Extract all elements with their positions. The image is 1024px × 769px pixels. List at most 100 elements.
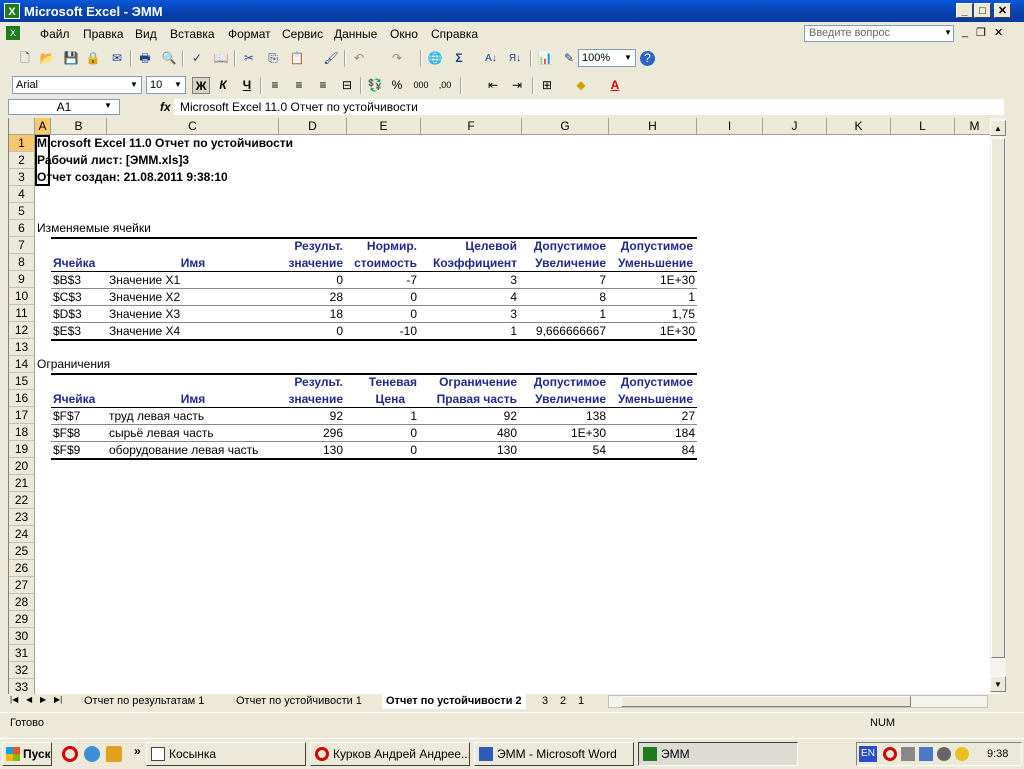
increase-indent-icon[interactable]: ⇥ bbox=[508, 77, 526, 94]
tray-icon[interactable] bbox=[901, 747, 915, 761]
clock[interactable]: 9:38 bbox=[987, 748, 1008, 760]
table-cell[interactable]: 1E+30 bbox=[609, 272, 695, 289]
volume-icon[interactable] bbox=[937, 747, 951, 761]
table-cell[interactable]: 9,666666667 bbox=[522, 323, 606, 340]
column-header[interactable]: B bbox=[51, 118, 107, 135]
doc-restore-button[interactable]: ❐ bbox=[976, 26, 986, 39]
table-cell[interactable]: $E$3 bbox=[53, 323, 81, 340]
decrease-indent-icon[interactable]: ⇤ bbox=[484, 77, 502, 94]
table-cell[interactable]: 54 bbox=[522, 442, 606, 459]
table-cell[interactable]: 480 bbox=[421, 425, 517, 442]
spelling-icon[interactable]: ✓ bbox=[188, 50, 206, 67]
report-title[interactable]: Microsoft Excel 11.0 Отчет по устойчивос… bbox=[37, 135, 293, 152]
menu-data[interactable]: Данные bbox=[334, 27, 377, 41]
table-cell[interactable]: 184 bbox=[609, 425, 695, 442]
merge-center-icon[interactable]: ⊟ bbox=[338, 77, 356, 94]
zoom-select[interactable]: 100% ▼ bbox=[578, 49, 636, 67]
table-cell[interactable]: 0 bbox=[347, 425, 417, 442]
row-header[interactable]: 22 bbox=[9, 492, 35, 509]
row-header[interactable]: 17 bbox=[9, 407, 35, 424]
table-cell[interactable]: 0 bbox=[279, 272, 343, 289]
opera-icon[interactable] bbox=[62, 746, 78, 762]
sort-ascending-icon[interactable]: A↓ bbox=[482, 50, 500, 67]
font-name-select[interactable]: Arial ▼ bbox=[12, 76, 142, 94]
menu-edit[interactable]: Правка bbox=[83, 27, 124, 41]
formula-input[interactable]: Microsoft Excel 11.0 Отчет по устойчивос… bbox=[174, 99, 1004, 115]
help-dropdown-icon[interactable]: ▼ bbox=[944, 28, 952, 37]
header-cell[interactable]: Целевой bbox=[421, 238, 517, 255]
header-cell[interactable]: Увеличение bbox=[522, 391, 606, 408]
start-button[interactable]: Пуск bbox=[2, 742, 52, 766]
row-header[interactable]: 15 bbox=[9, 373, 35, 390]
sheet-tab[interactable]: Отчет по результатам 1 bbox=[80, 694, 209, 709]
row-header[interactable]: 25 bbox=[9, 543, 35, 560]
header-cell[interactable]: Нормир. bbox=[347, 238, 417, 255]
header-cell[interactable]: Увеличение bbox=[522, 255, 606, 272]
task-opera[interactable]: Курков Андрей Андрее... bbox=[310, 742, 470, 766]
menu-help[interactable]: Справка bbox=[431, 27, 478, 41]
header-cell[interactable]: Допустимое bbox=[609, 374, 693, 391]
email-icon[interactable]: ✉ bbox=[108, 50, 126, 67]
header-cell[interactable]: стоимость bbox=[347, 255, 417, 272]
table-cell[interactable]: 27 bbox=[609, 408, 695, 425]
row-header[interactable]: 14 bbox=[9, 356, 35, 373]
column-header[interactable]: M bbox=[955, 118, 991, 135]
table-cell[interactable]: сырьё левая часть bbox=[109, 425, 214, 442]
table-cell[interactable]: 130 bbox=[421, 442, 517, 459]
column-header[interactable]: A bbox=[35, 118, 51, 135]
header-cell[interactable]: Ячейка bbox=[53, 391, 95, 408]
security-icon[interactable] bbox=[955, 747, 969, 761]
fill-color-icon[interactable]: ◆ bbox=[572, 77, 590, 94]
header-cell[interactable]: Уменьшение bbox=[609, 255, 693, 272]
language-indicator[interactable]: EN bbox=[859, 746, 877, 762]
open-icon[interactable]: 📂 bbox=[38, 50, 56, 67]
table-cell[interactable]: 1 bbox=[609, 289, 695, 306]
header-cell[interactable]: Результ. bbox=[279, 238, 343, 255]
currency-icon[interactable]: 💱 bbox=[366, 77, 384, 94]
chevron-down-icon[interactable]: ▼ bbox=[172, 78, 184, 92]
row-header[interactable]: 12 bbox=[9, 322, 35, 339]
name-box-dropdown-icon[interactable]: ▼ bbox=[104, 101, 112, 110]
table-cell[interactable]: 1 bbox=[522, 306, 606, 323]
sheet-tab-active[interactable]: Отчет по устойчивости 2 bbox=[382, 694, 526, 709]
font-color-icon[interactable]: A bbox=[606, 77, 624, 94]
table-cell[interactable]: 0 bbox=[347, 306, 417, 323]
row-header[interactable]: 4 bbox=[9, 186, 35, 203]
table-cell[interactable]: Значение X3 bbox=[109, 306, 180, 323]
section-title-constraints[interactable]: Ограничения bbox=[37, 356, 110, 373]
column-header[interactable]: K bbox=[827, 118, 891, 135]
row-header[interactable]: 27 bbox=[9, 577, 35, 594]
autosum-icon[interactable]: Σ bbox=[450, 50, 468, 67]
bold-button[interactable]: Ж bbox=[192, 77, 210, 94]
header-cell[interactable]: Ограничение bbox=[421, 374, 517, 391]
table-cell[interactable]: Значение X2 bbox=[109, 289, 180, 306]
help-search-input[interactable]: Введите вопрос bbox=[804, 25, 954, 42]
next-sheet-icon[interactable]: ▶ bbox=[40, 695, 46, 704]
task-solitaire[interactable]: Косынка bbox=[146, 742, 306, 766]
header-cell[interactable]: Результ. bbox=[279, 374, 343, 391]
row-header[interactable]: 2 bbox=[9, 152, 35, 169]
table-cell[interactable]: 28 bbox=[279, 289, 343, 306]
row-header[interactable]: 9 bbox=[9, 271, 35, 288]
align-right-icon[interactable]: ≡ bbox=[314, 77, 332, 94]
row-header[interactable]: 24 bbox=[9, 526, 35, 543]
table-cell[interactable]: $C$3 bbox=[53, 289, 82, 306]
column-header[interactable]: F bbox=[421, 118, 522, 135]
minimize-button[interactable]: _ bbox=[956, 3, 973, 18]
header-cell[interactable]: Допустимое bbox=[522, 374, 606, 391]
chart-wizard-icon[interactable]: 📊 bbox=[536, 50, 554, 67]
sheet-tab[interactable]: 3 bbox=[538, 694, 553, 709]
table-cell[interactable]: 130 bbox=[279, 442, 343, 459]
header-cell[interactable]: Правая часть bbox=[421, 391, 517, 408]
table-cell[interactable]: 4 bbox=[421, 289, 517, 306]
excel-app-icon[interactable]: X bbox=[4, 3, 20, 19]
doc-close-button[interactable]: ✕ bbox=[994, 26, 1003, 39]
table-cell[interactable]: 0 bbox=[279, 323, 343, 340]
table-cell[interactable]: $F$8 bbox=[53, 425, 80, 442]
workbook-icon[interactable]: X bbox=[6, 26, 20, 40]
print-preview-icon[interactable]: 🔍 bbox=[160, 50, 178, 67]
section-title-variable-cells[interactable]: Изменяемые ячейки bbox=[37, 220, 151, 237]
sheet-tab[interactable]: Отчет по устойчивости 1 bbox=[232, 694, 366, 709]
row-header[interactable]: 10 bbox=[9, 288, 35, 305]
borders-icon[interactable]: ⊞ bbox=[538, 77, 556, 94]
